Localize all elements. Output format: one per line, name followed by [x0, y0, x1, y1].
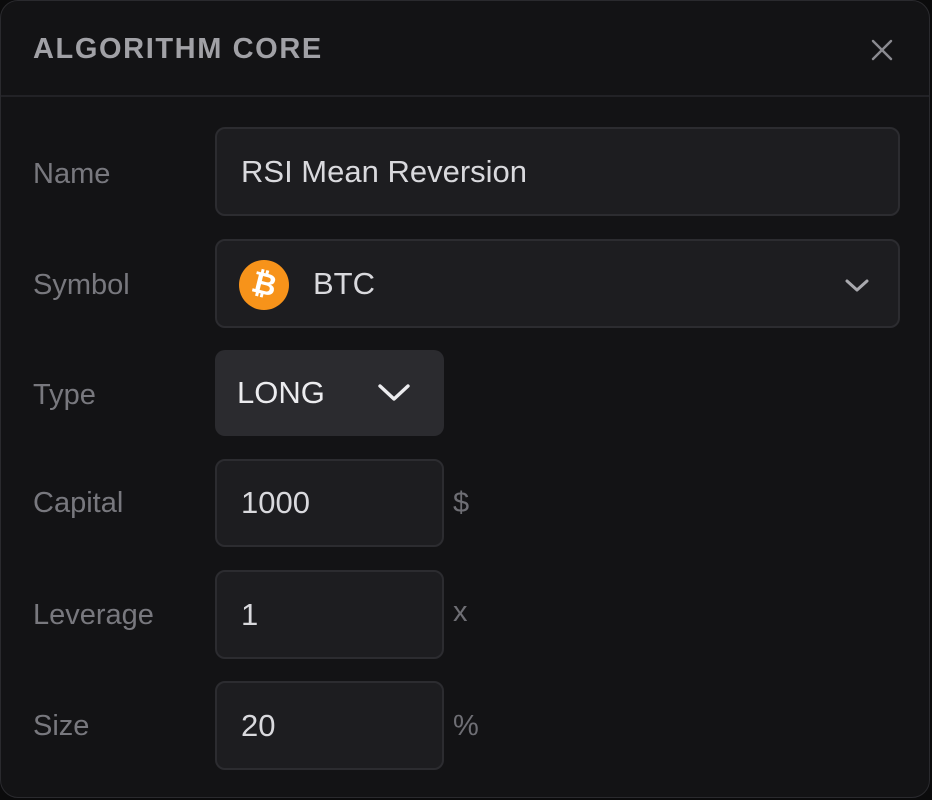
leverage-value: 1	[241, 597, 259, 632]
close-button[interactable]	[869, 37, 895, 63]
panel-title: ALGORITHM CORE	[33, 33, 323, 65]
bitcoin-icon: ₿	[239, 260, 289, 310]
capital-value: 1000	[241, 485, 310, 520]
algorithm-core-panel: ALGORITHM CORE Name RSI Mean Reversion S…	[0, 0, 930, 798]
size-input[interactable]: 20	[215, 681, 444, 770]
leverage-label: Leverage	[33, 599, 154, 631]
symbol-value: BTC	[313, 266, 375, 301]
type-label: Type	[33, 379, 96, 411]
name-field[interactable]: RSI Mean Reversion	[215, 127, 900, 216]
capital-unit: $	[453, 487, 470, 519]
size-value: 20	[241, 708, 276, 743]
symbol-select[interactable]: ₿ BTC	[215, 239, 900, 328]
type-dropdown[interactable]: LONG	[215, 350, 444, 436]
symbol-label: Symbol	[33, 269, 130, 301]
leverage-input[interactable]: 1	[215, 570, 444, 659]
name-label: Name	[33, 158, 111, 190]
name-value: RSI Mean Reversion	[241, 154, 528, 189]
type-value: LONG	[237, 375, 325, 410]
size-unit: %	[453, 710, 479, 742]
panel-header: ALGORITHM CORE	[1, 1, 929, 97]
chevron-down-icon	[378, 384, 410, 401]
close-icon	[871, 39, 893, 61]
leverage-unit: x	[453, 596, 468, 628]
capital-input[interactable]: 1000	[215, 459, 444, 547]
chevron-down-icon	[845, 279, 869, 292]
capital-label: Capital	[33, 487, 124, 519]
bitcoin-glyph: ₿	[248, 265, 280, 304]
size-label: Size	[33, 710, 90, 742]
